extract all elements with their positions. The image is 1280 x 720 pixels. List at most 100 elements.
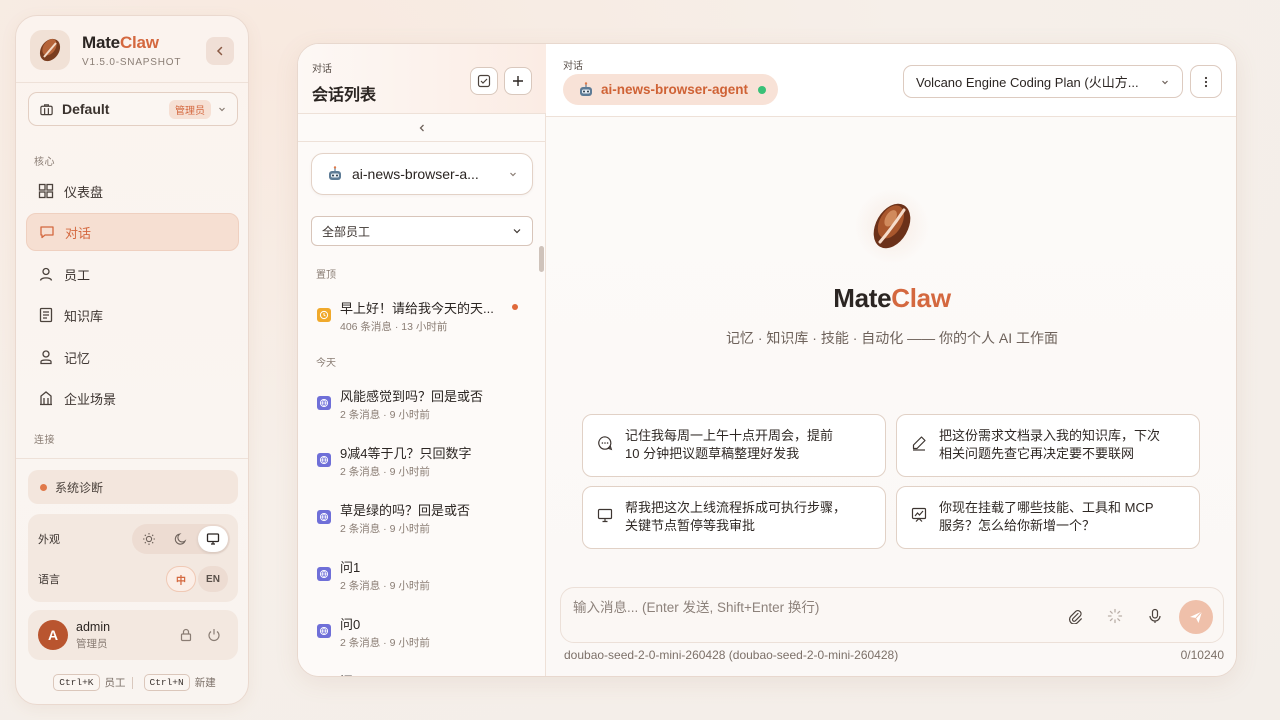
chat-icon: [40, 226, 54, 239]
conversation-item[interactable]: 问0 2 条消息 · 9 小时前: [314, 610, 530, 654]
chevron-down-icon: [510, 172, 516, 177]
book-icon: [39, 307, 53, 323]
conversation-title: 草是绿的吗？回是或否: [340, 503, 471, 518]
model-select[interactable]: Volcano Engine Coding Plan (火山方...: [903, 65, 1183, 98]
globe-icon: [317, 453, 331, 467]
conversation-list-panel: 对话 会话列表 ai-news-browser-a... 全部员工 置顶 早上好…: [298, 44, 546, 676]
globe-icon: [317, 567, 331, 581]
batch-select-button[interactable]: [470, 67, 498, 95]
lang-en-button[interactable]: EN: [198, 566, 228, 592]
agent-select[interactable]: ai-news-browser-a...: [311, 153, 533, 195]
sidebar-item-label: 仪表盘: [64, 184, 104, 200]
section-label-core: 核心: [34, 157, 55, 168]
logout-button[interactable]: [200, 621, 228, 649]
suggestion-text: 把这份需求文档录入我的知识库，下次 相关问题先查它再决定要不要联网: [939, 428, 1161, 461]
conversation-item[interactable]: 问1 2 条消息 · 9 小时前: [314, 553, 530, 597]
chevron-left-icon: [419, 124, 424, 131]
role-badge: 管理员: [169, 99, 211, 119]
sidebar-item-dashboard[interactable]: 仪表盘: [26, 172, 239, 210]
more-options-button[interactable]: [1190, 65, 1222, 98]
sidebar-item-chat[interactable]: 对话: [26, 213, 239, 251]
chevron-down-icon: [1162, 80, 1168, 84]
theme-system-button[interactable]: [198, 526, 228, 552]
monitor-icon: [597, 508, 613, 523]
globe-icon: [317, 624, 331, 638]
conversation-item[interactable]: 草是绿的吗？回是或否 2 条消息 · 9 小时前: [314, 496, 530, 540]
group-label-pinned: 置顶: [316, 270, 336, 281]
status-dot: [40, 483, 47, 491]
main-panel: 对话 会话列表 ai-news-browser-a... 全部员工 置顶 早上好…: [297, 43, 1237, 677]
chevron-down-icon: [219, 107, 225, 112]
chat-kicker: 对话: [563, 61, 583, 72]
conversation-item[interactable]: 9减4等于几？只回数字 2 条消息 · 9 小时前: [314, 439, 530, 483]
divider: [16, 458, 248, 459]
system-diagnostics-button[interactable]: 系统诊断: [28, 470, 238, 504]
suggestion-card[interactable]: 记住我每周一上午十点开周会，提前 10 分钟把议题草稿整理好发我: [582, 414, 886, 477]
workspace-select[interactable]: Default 管理员: [28, 92, 238, 126]
voice-input-button[interactable]: [1141, 602, 1169, 630]
sidebar-item-label: 企业场景: [64, 391, 117, 407]
section-label-connect: 连接: [34, 435, 55, 446]
suggestion-card[interactable]: 把这份需求文档录入我的知识库，下次 相关问题先查它再决定要不要联网: [896, 414, 1200, 477]
conversation-item[interactable]: 风能感觉到吗？回是或否 2 条消息 · 9 小时前: [314, 382, 530, 426]
lock-button[interactable]: [172, 621, 200, 649]
hero-subtitle: 记忆 · 知识库 · 技能 · 自动化 —— 你的个人 AI 工作面: [725, 330, 1059, 346]
appearance-label: 外观: [38, 534, 60, 546]
conversation-meta: 2 条消息 · 9 小时前: [340, 523, 430, 535]
robot-icon: [329, 166, 341, 180]
checkbox-icon: [477, 74, 491, 88]
collapse-list-button[interactable]: [298, 114, 546, 142]
shortcut-key: Ctrl+K: [53, 674, 100, 691]
lang-zh-button[interactable]: 中: [166, 566, 196, 592]
staff-filter-label: 全部员工: [322, 224, 371, 239]
attach-button[interactable]: [1061, 602, 1089, 630]
conversation-item[interactable]: 早上好！请给我今天的天... 406 条消息 · 13 小时前: [314, 294, 530, 338]
send-button[interactable]: [1179, 600, 1213, 634]
active-agent-pill[interactable]: ai-news-browser-agent: [563, 74, 779, 105]
workspace-name: Default: [62, 101, 110, 117]
user-card: A admin 管理员: [28, 610, 238, 660]
conversation-item[interactable]: 问2: [314, 667, 530, 676]
sidebar-item-staff[interactable]: 员工: [26, 255, 239, 293]
chat-header: 对话 ai-news-browser-agent Volcano Engine …: [546, 44, 1236, 117]
sidebar-item-label: 对话: [65, 225, 92, 241]
agent-select-label: ai-news-browser-a...: [352, 166, 479, 182]
staff-filter-select[interactable]: 全部员工: [311, 216, 533, 246]
theme-dark-button[interactable]: [166, 526, 196, 552]
suggestion-card[interactable]: 你现在挂载了哪些技能、工具和 MCP 服务？怎么给你新增一个？: [896, 486, 1200, 549]
conversation-title: 早上好！请给我今天的天...: [340, 301, 494, 316]
app-name: MateClaw: [82, 32, 159, 52]
sidebar-item-knowledge[interactable]: 知识库: [26, 296, 239, 334]
sidebar-collapse-button[interactable]: [206, 37, 234, 65]
spinner-icon: [1107, 608, 1123, 624]
theme-toggle: [132, 524, 230, 554]
new-conversation-button[interactable]: [504, 67, 532, 95]
globe-icon: [317, 396, 331, 410]
conversation-list-header: 对话 会话列表: [298, 44, 546, 114]
shortcut-label: 员工: [104, 677, 126, 689]
avatar[interactable]: A: [38, 620, 68, 650]
theme-light-button[interactable]: [134, 526, 164, 552]
preferences-panel: 外观 语言 中 EN: [28, 514, 238, 602]
suggestion-card[interactable]: 帮我把这次上线流程拆成可执行步骤， 关键节点暂停等我审批: [582, 486, 886, 549]
sun-icon: [143, 533, 155, 545]
pen-icon: [912, 436, 926, 451]
moon-icon: [174, 533, 187, 545]
scrollbar-thumb[interactable]: [539, 246, 544, 272]
user-role: 管理员: [76, 637, 108, 650]
message-input[interactable]: [573, 596, 1043, 618]
app-logo: [30, 30, 70, 70]
user-icon: [39, 267, 53, 281]
active-agent-name: ai-news-browser-agent: [601, 82, 749, 97]
sidebar-item-label: 记忆: [64, 350, 91, 366]
divider: [16, 82, 248, 83]
language-toggle: 中 EN: [164, 564, 230, 594]
conversation-title: 风能感觉到吗？回是或否: [340, 389, 484, 404]
conversation-title: 问0: [340, 617, 361, 632]
sidebar-item-enterprise[interactable]: 企业场景: [26, 379, 239, 417]
sidebar-item-memory[interactable]: 记忆: [26, 338, 239, 376]
more-vertical-icon: [1204, 76, 1208, 87]
briefcase-icon: [40, 103, 53, 115]
model-select-label: Volcano Engine Coding Plan (火山方...: [916, 75, 1139, 90]
memory-icon: [40, 350, 52, 365]
